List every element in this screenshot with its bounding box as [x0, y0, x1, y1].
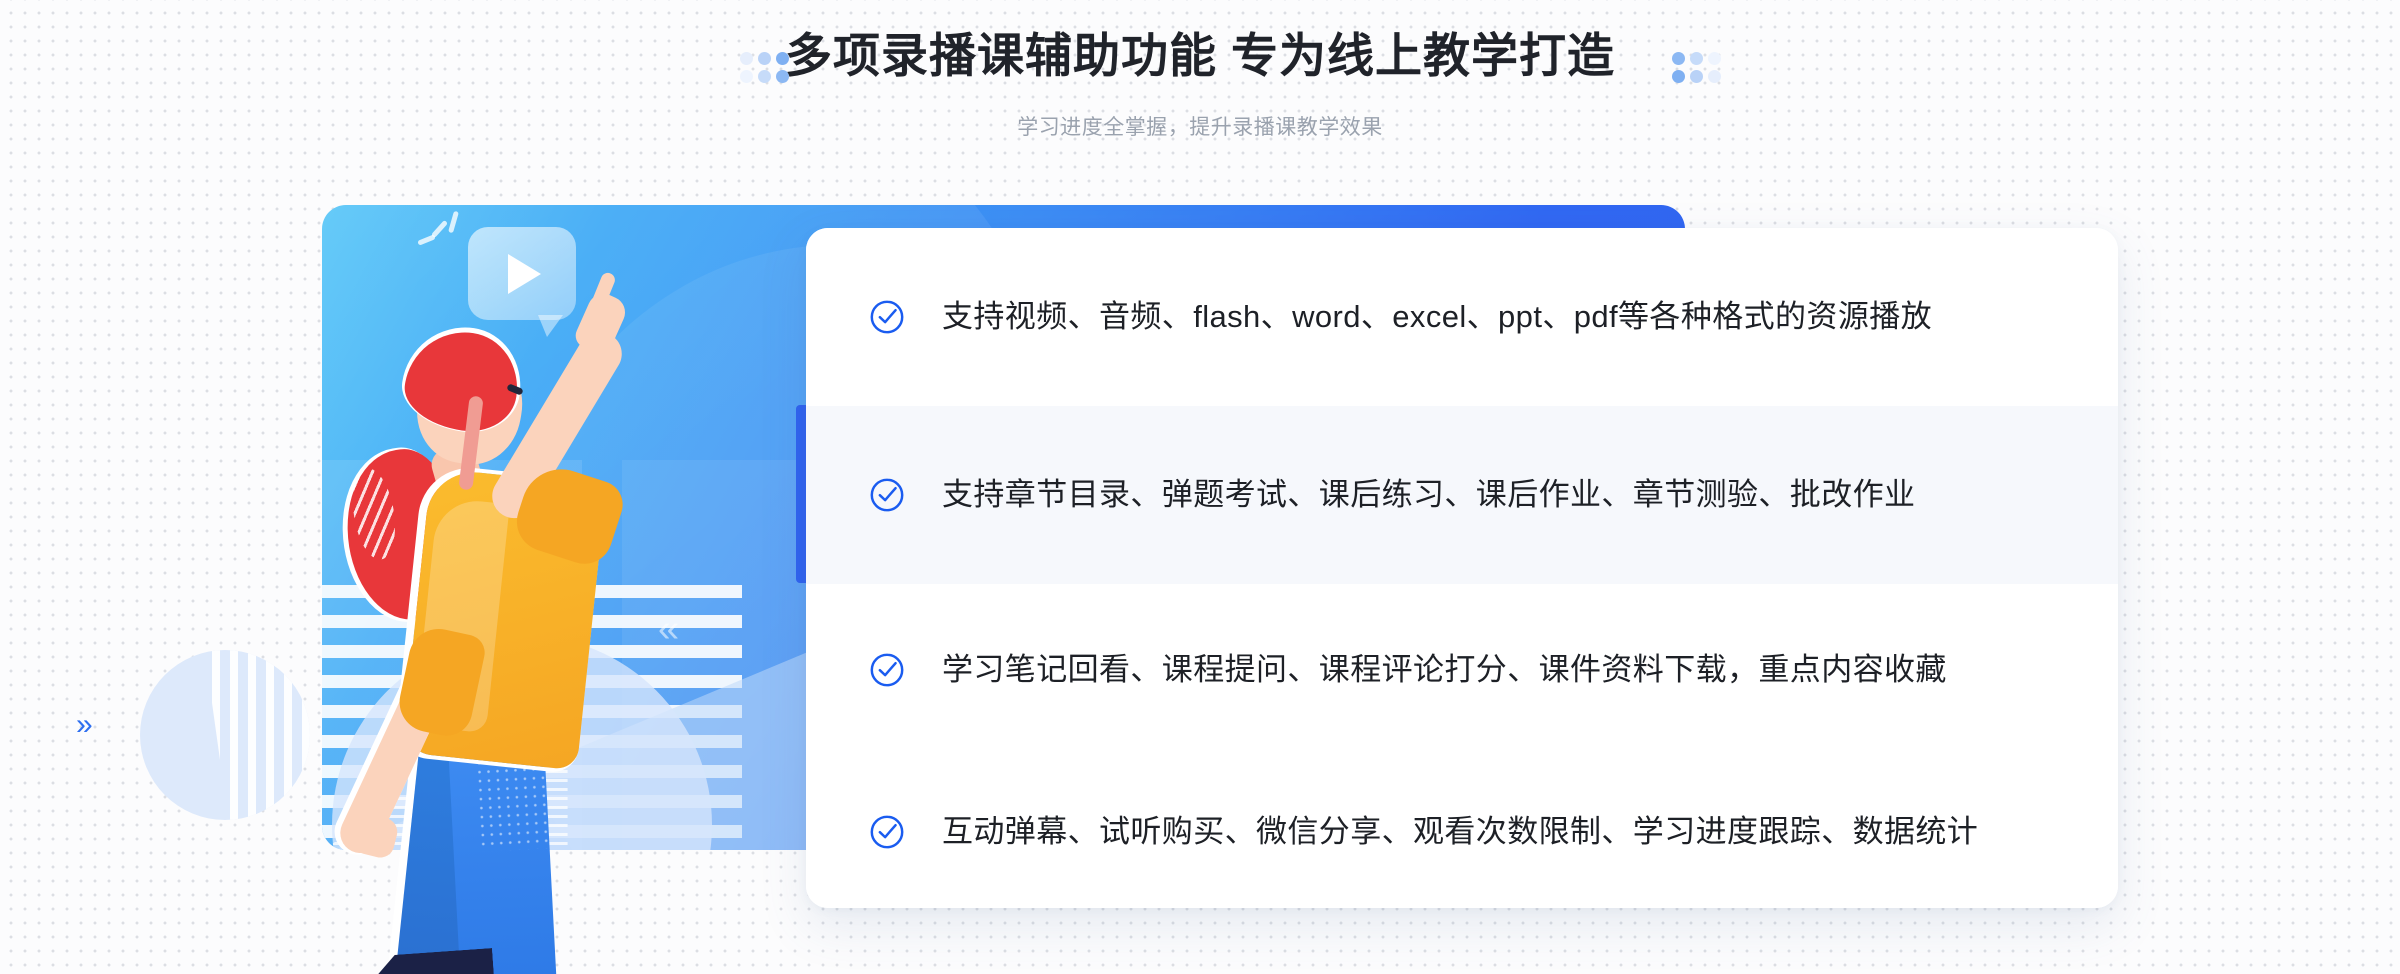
check-circle-icon: [870, 653, 904, 687]
check-circle-icon: [870, 300, 904, 334]
feature-row[interactable]: 学习笔记回看、课程提问、课程评论打分、课件资料下载，重点内容收藏: [806, 584, 2118, 756]
page-root: 多项录播课辅助功能 专为线上教学打造 学习进度全掌握，提升录播课教学效果 » «: [0, 0, 2400, 974]
feature-text: 互动弹幕、试听购买、微信分享、观看次数限制、学习进度跟踪、数据统计: [942, 814, 1979, 849]
feature-row[interactable]: 支持视频、音频、flash、word、excel、ppt、pdf等各种格式的资源…: [806, 228, 2118, 406]
double-chevron-right-icon: »: [76, 708, 93, 741]
feature-text: 支持视频、音频、flash、word、excel、ppt、pdf等各种格式的资源…: [942, 299, 1933, 334]
feature-text: 学习笔记回看、课程提问、课程评论打分、课件资料下载，重点内容收藏: [942, 652, 1947, 687]
page-header: 多项录播课辅助功能 专为线上教学打造 学习进度全掌握，提升录播课教学效果: [0, 0, 2400, 170]
decorative-striped-circle: [140, 650, 310, 820]
feature-row[interactable]: 互动弹幕、试听购买、微信分享、观看次数限制、学习进度跟踪、数据统计: [806, 756, 2118, 908]
check-circle-icon: [870, 478, 904, 512]
check-circle-icon: [870, 815, 904, 849]
page-title: 多项录播课辅助功能 专为线上教学打造: [784, 29, 1616, 82]
feature-row[interactable]: 支持章节目录、弹题考试、课后练习、课后作业、章节测验、批改作业: [806, 406, 2118, 584]
feature-list-card: 支持视频、音频、flash、word、excel、ppt、pdf等各种格式的资源…: [806, 228, 2118, 908]
woman-pointing-illustration: [330, 200, 750, 974]
page-subtitle: 学习进度全掌握，提升录播课教学效果: [1017, 116, 1383, 139]
feature-text: 支持章节目录、弹题考试、课后练习、课后作业、章节测验、批改作业: [942, 477, 1916, 512]
